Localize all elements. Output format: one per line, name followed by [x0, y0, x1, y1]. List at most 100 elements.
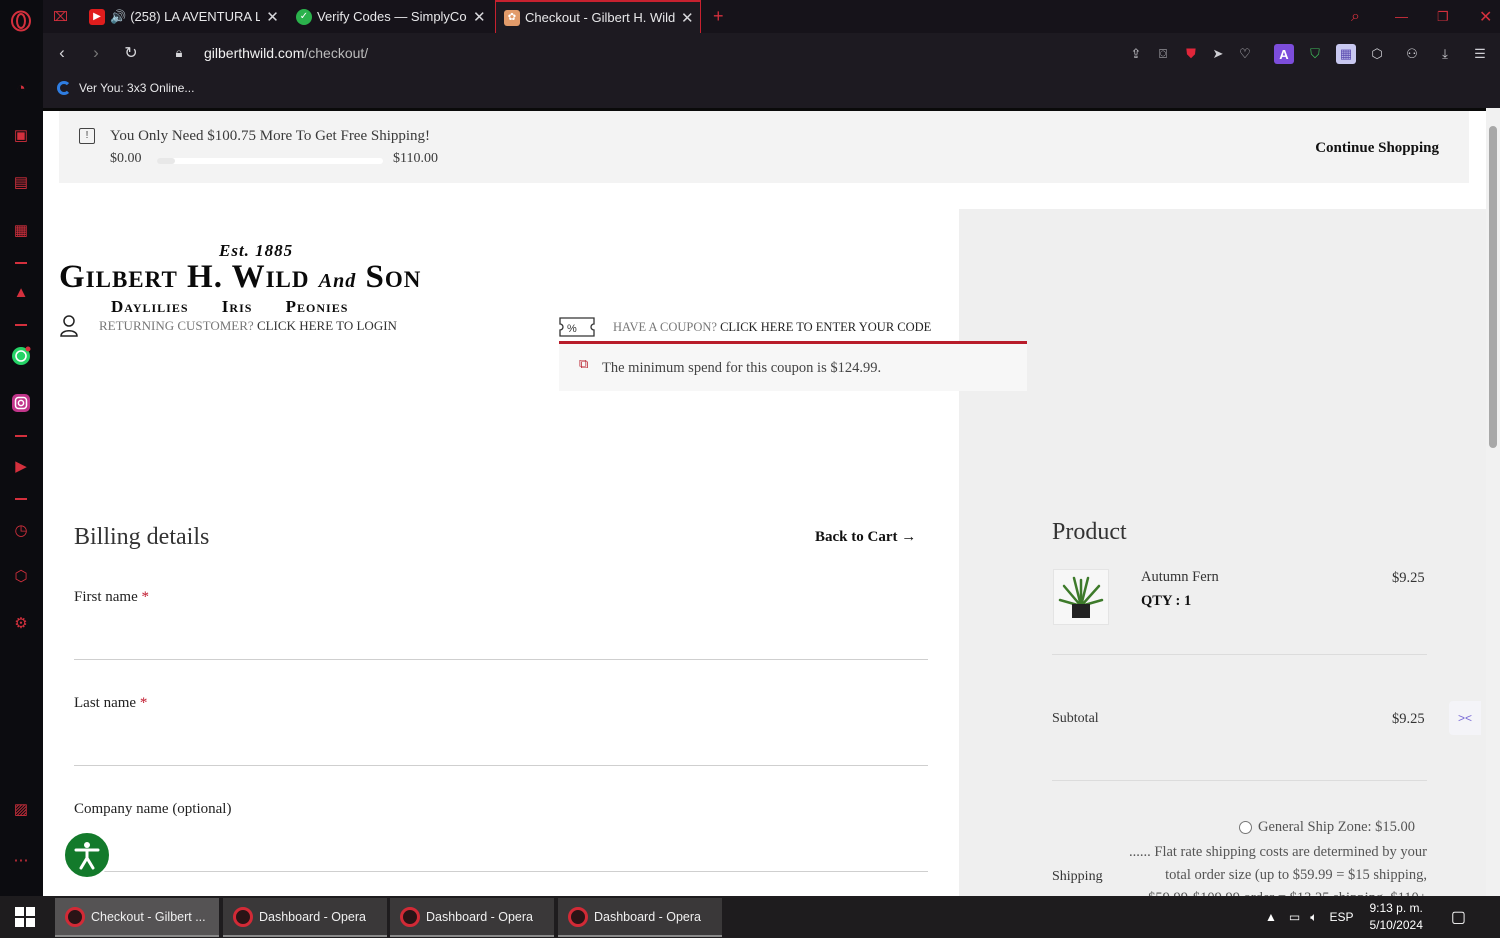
windows-start-icon[interactable]	[0, 896, 50, 938]
network-icon[interactable]: ▭	[1289, 910, 1300, 924]
first-name-input[interactable]	[74, 624, 928, 660]
summary-divider	[1052, 780, 1427, 781]
continue-shopping-link[interactable]: Continue Shopping	[1315, 140, 1439, 157]
shopping-icon[interactable]: ▣	[10, 124, 32, 146]
settings-gear-icon[interactable]: ⚙	[10, 612, 32, 634]
favorite-heart-icon[interactable]: ♡	[1235, 44, 1255, 64]
player-icon[interactable]: ▶	[10, 455, 32, 477]
coupon-error-notice: ⧉ The minimum spend for this coupon is $…	[559, 341, 1027, 391]
last-name-label: Last name *	[74, 695, 148, 711]
lock-icon[interactable]: 🔒︎	[168, 42, 190, 64]
system-tray: ▲ ▭ 🔈︎ ESP 9:13 p. m. 5/10/2024 ▢	[1265, 896, 1500, 938]
simplycodes-icon: ✓	[296, 8, 312, 25]
adblock-shield-icon[interactable]: ⛊	[1181, 44, 1201, 64]
close-tab-icon[interactable]: ✕	[266, 8, 280, 26]
easy-setup-icon[interactable]: ☰	[1470, 44, 1490, 64]
pinboard-icon[interactable]: ▨	[10, 798, 32, 820]
opera-app-icon	[233, 906, 253, 927]
url-field[interactable]: gilberthwild.com/checkout/	[204, 45, 368, 61]
instagram-icon[interactable]	[10, 392, 32, 414]
page-scrollbar[interactable]	[1486, 108, 1500, 896]
returning-customer-login[interactable]: RETURNING CUSTOMER? CLICK HERE TO LOGIN	[59, 314, 397, 338]
audio-playing-icon[interactable]: 🔊	[110, 9, 126, 25]
opera-logo-icon[interactable]	[10, 10, 32, 32]
language-indicator[interactable]: ESP	[1329, 910, 1353, 924]
shipping-progress-fill	[157, 158, 176, 164]
arrow-right-icon: →	[901, 529, 917, 545]
last-name-input[interactable]	[74, 730, 928, 766]
accessibility-icon	[74, 842, 100, 870]
aria-icon[interactable]: ▲	[10, 281, 32, 303]
shipping-radio[interactable]	[1239, 821, 1252, 834]
extension-simplycodes-icon[interactable]: ▦	[1336, 44, 1356, 64]
company-name-input[interactable]	[74, 836, 928, 872]
logo-name: Gilbert H. Wild And Son	[59, 259, 422, 295]
send-icon[interactable]: ➤	[1208, 44, 1228, 64]
sidebar-divider	[15, 498, 27, 500]
taskbar-app-dashboard[interactable]: Dashboard - Opera	[558, 898, 722, 937]
new-tab-button[interactable]: +	[705, 0, 735, 33]
search-tabs-icon[interactable]: ⌕	[1343, 0, 1367, 33]
tab-checkout[interactable]: ✿ Checkout - Gilbert H. Wild ✕	[495, 0, 701, 33]
extension-shield-icon[interactable]: ⛉	[1305, 44, 1325, 64]
taskbar-app-checkout[interactable]: Checkout - Gilbert ...	[55, 898, 219, 937]
more-dots-icon[interactable]: ⋯	[10, 849, 32, 871]
taskbar-app-label: Dashboard - Opera	[594, 909, 702, 924]
history-icon[interactable]: ◷	[10, 519, 32, 541]
taskbar-app-dashboard[interactable]: Dashboard - Opera	[390, 898, 554, 937]
subtotal-value: $9.25	[1392, 711, 1425, 727]
forward-icon[interactable]: ›	[85, 42, 107, 64]
speed-dial-icon[interactable]: ◔	[10, 77, 32, 99]
close-tab-icon[interactable]: ✕	[681, 9, 695, 27]
restore-icon[interactable]: ❐	[1429, 0, 1453, 33]
snapshot-icon[interactable]: ⌼	[1153, 44, 1173, 64]
download-icon[interactable]: ⤓	[1435, 44, 1455, 64]
twitch-icon[interactable]: ▤	[10, 171, 32, 193]
whatsapp-icon[interactable]	[10, 345, 32, 367]
error-window-icon: ⧉	[579, 356, 589, 371]
notice-icon: !	[79, 128, 95, 144]
extensions-cube-icon[interactable]: ⬡	[1367, 44, 1387, 64]
company-name-label: Company name (optional)	[74, 801, 232, 817]
reload-icon[interactable]: ↻	[120, 42, 142, 64]
extension-a-icon[interactable]: A	[1274, 44, 1294, 64]
product-name: Autumn Fern	[1141, 569, 1219, 585]
windows-taskbar: Checkout - Gilbert ... Dashboard - Opera…	[0, 896, 1500, 938]
clock[interactable]: 9:13 p. m. 5/10/2024	[1369, 900, 1422, 934]
tray-expand-icon[interactable]: ▲	[1265, 910, 1277, 924]
site-logo[interactable]: Est. 1885 Gilbert H. Wild And Son Daylil…	[59, 241, 489, 321]
gx-control-icon[interactable]: ⌧	[43, 0, 83, 33]
profile-icon[interactable]: ⚇	[1402, 44, 1422, 64]
billing-details-heading: Billing details	[74, 524, 210, 550]
svg-text:%: %	[567, 323, 577, 335]
scrollbar-thumb[interactable]	[1489, 126, 1497, 448]
tab-title: Verify Codes — SimplyCodes	[317, 9, 467, 24]
progress-min: $0.00	[110, 151, 142, 166]
coupon-link[interactable]: CLICK HERE TO ENTER YOUR CODE	[720, 320, 931, 335]
volume-icon[interactable]: 🔈︎	[1310, 910, 1317, 925]
back-icon[interactable]: ‹	[51, 42, 73, 64]
login-link[interactable]: CLICK HERE TO LOGIN	[257, 318, 397, 334]
accessibility-button[interactable]	[63, 831, 111, 879]
clock-time: 9:13 p. m.	[1369, 901, 1423, 915]
back-to-cart-link[interactable]: Back to Cart →	[815, 529, 916, 546]
extensions-icon[interactable]: ▦	[10, 219, 32, 241]
taskbar-app-dashboard[interactable]: Dashboard - Opera	[223, 898, 387, 937]
coupon-ticket-icon: %	[559, 317, 595, 337]
simplycodes-side-tab[interactable]: ><	[1449, 701, 1481, 735]
bookmarks-bar: Ver You: 3x3 Online...	[43, 75, 1500, 108]
tab-simplycodes[interactable]: ✓ Verify Codes — SimplyCodes ✕	[288, 0, 494, 33]
share-icon[interactable]: ⇪	[1126, 44, 1146, 64]
notifications-icon[interactable]: ▢	[1451, 907, 1466, 927]
close-tab-icon[interactable]: ✕	[473, 8, 487, 26]
minimize-icon[interactable]: —	[1387, 0, 1411, 33]
coupon-toggle[interactable]: % HAVE A COUPON? CLICK HERE TO ENTER YOU…	[559, 317, 931, 337]
bookmark-item[interactable]: Ver You: 3x3 Online...	[57, 81, 194, 95]
close-window-icon[interactable]: ✕	[1471, 0, 1495, 33]
tab-title: Checkout - Gilbert H. Wild	[525, 10, 675, 25]
tab-youtube[interactable]: ▶ 🔊 (258) LA AVENTURA LLE ✕	[81, 0, 286, 33]
shipping-progress-track	[157, 158, 383, 164]
order-summary-panel	[959, 209, 1486, 896]
crypto-wallet-icon[interactable]: ⬡	[10, 565, 32, 587]
shipping-option[interactable]: General Ship Zone: $15.00	[1239, 819, 1415, 836]
